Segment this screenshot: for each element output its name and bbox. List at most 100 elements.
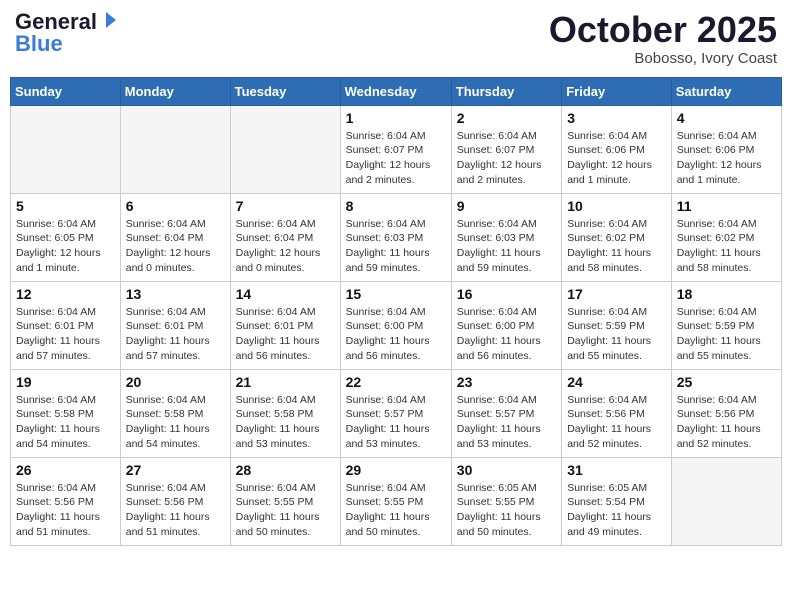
day-number: 14 bbox=[236, 286, 335, 302]
day-info: Sunrise: 6:04 AMSunset: 6:04 PMDaylight:… bbox=[126, 217, 225, 276]
day-number: 5 bbox=[16, 198, 115, 214]
day-number: 28 bbox=[236, 462, 335, 478]
calendar-cell: 11 Sunrise: 6:04 AMSunset: 6:02 PMDayligh… bbox=[671, 193, 781, 281]
calendar-cell: 29 Sunrise: 6:04 AMSunset: 5:55 PMDayligh… bbox=[340, 457, 451, 545]
day-number: 23 bbox=[457, 374, 556, 390]
day-info: Sunrise: 6:04 AMSunset: 5:58 PMDaylight:… bbox=[126, 393, 225, 452]
day-info: Sunrise: 6:04 AMSunset: 5:59 PMDaylight:… bbox=[567, 305, 666, 364]
calendar-table: SundayMondayTuesdayWednesdayThursdayFrid… bbox=[10, 77, 782, 546]
weekday-header-saturday: Saturday bbox=[671, 77, 781, 105]
day-info: Sunrise: 6:04 AMSunset: 6:06 PMDaylight:… bbox=[567, 129, 666, 188]
calendar-cell: 23Sunrise: 6:04 AMSunset: 5:57 PMDayligh… bbox=[451, 369, 561, 457]
calendar-cell: 28 Sunrise: 6:04 AMSunset: 5:55 PMDayligh… bbox=[230, 457, 340, 545]
day-info: Sunrise: 6:04 AMSunset: 6:01 PMDaylight:… bbox=[16, 305, 115, 364]
day-number: 19 bbox=[16, 374, 115, 390]
calendar-cell: 21 Sunrise: 6:04 AMSunset: 5:58 PMDayligh… bbox=[230, 369, 340, 457]
weekday-header-sunday: Sunday bbox=[11, 77, 121, 105]
calendar-cell bbox=[671, 457, 781, 545]
day-number: 11 bbox=[677, 198, 776, 214]
day-info: Sunrise: 6:04 AMSunset: 6:01 PMDaylight:… bbox=[126, 305, 225, 364]
month-title: October 2025 bbox=[549, 10, 777, 50]
day-info: Sunrise: 6:04 AMSunset: 6:01 PMDaylight:… bbox=[236, 305, 335, 364]
weekday-header-tuesday: Tuesday bbox=[230, 77, 340, 105]
day-info: Sunrise: 6:04 AMSunset: 5:56 PMDaylight:… bbox=[126, 481, 225, 540]
calendar-cell: 6 Sunrise: 6:04 AMSunset: 6:04 PMDaylight… bbox=[120, 193, 230, 281]
page-header: General Blue October 2025 Bobosso, Ivory… bbox=[10, 10, 782, 67]
day-info: Sunrise: 6:04 AMSunset: 5:56 PMDaylight:… bbox=[677, 393, 776, 452]
day-number: 27 bbox=[126, 462, 225, 478]
day-info: Sunrise: 6:05 AMSunset: 5:54 PMDaylight:… bbox=[567, 481, 666, 540]
week-row-5: 26Sunrise: 6:04 AMSunset: 5:56 PMDayligh… bbox=[11, 457, 782, 545]
day-number: 20 bbox=[126, 374, 225, 390]
calendar-cell: 5 Sunrise: 6:04 AMSunset: 6:05 PMDaylight… bbox=[11, 193, 121, 281]
day-info: Sunrise: 6:04 AMSunset: 6:04 PMDaylight:… bbox=[236, 217, 335, 276]
calendar-cell: 13 Sunrise: 6:04 AMSunset: 6:01 PMDayligh… bbox=[120, 281, 230, 369]
calendar-cell: 8Sunrise: 6:04 AMSunset: 6:03 PMDaylight… bbox=[340, 193, 451, 281]
day-info: Sunrise: 6:04 AMSunset: 5:56 PMDaylight:… bbox=[16, 481, 115, 540]
calendar-cell: 30 Sunrise: 6:05 AMSunset: 5:55 PMDayligh… bbox=[451, 457, 561, 545]
day-info: Sunrise: 6:04 AMSunset: 5:59 PMDaylight:… bbox=[677, 305, 776, 364]
calendar-cell: 17 Sunrise: 6:04 AMSunset: 5:59 PMDayligh… bbox=[562, 281, 672, 369]
calendar-cell: 7 Sunrise: 6:04 AMSunset: 6:04 PMDaylight… bbox=[230, 193, 340, 281]
week-row-2: 5 Sunrise: 6:04 AMSunset: 6:05 PMDaylight… bbox=[11, 193, 782, 281]
day-number: 25 bbox=[677, 374, 776, 390]
calendar-cell: 16 Sunrise: 6:04 AMSunset: 6:00 PMDayligh… bbox=[451, 281, 561, 369]
logo: General Blue bbox=[15, 10, 118, 56]
title-section: October 2025 Bobosso, Ivory Coast bbox=[549, 10, 777, 67]
calendar-cell bbox=[120, 105, 230, 193]
calendar-cell: 14 Sunrise: 6:04 AMSunset: 6:01 PMDayligh… bbox=[230, 281, 340, 369]
day-number: 1 bbox=[346, 110, 446, 126]
day-info: Sunrise: 6:04 AMSunset: 5:55 PMDaylight:… bbox=[236, 481, 335, 540]
calendar-cell: 15 Sunrise: 6:04 AMSunset: 6:00 PMDayligh… bbox=[340, 281, 451, 369]
day-number: 7 bbox=[236, 198, 335, 214]
calendar-cell: 1Sunrise: 6:04 AMSunset: 6:07 PMDaylight… bbox=[340, 105, 451, 193]
calendar-cell: 2Sunrise: 6:04 AMSunset: 6:07 PMDaylight… bbox=[451, 105, 561, 193]
calendar-cell: 9Sunrise: 6:04 AMSunset: 6:03 PMDaylight… bbox=[451, 193, 561, 281]
calendar-cell: 3 Sunrise: 6:04 AMSunset: 6:06 PMDaylight… bbox=[562, 105, 672, 193]
day-number: 30 bbox=[457, 462, 556, 478]
weekday-header-monday: Monday bbox=[120, 77, 230, 105]
day-info: Sunrise: 6:04 AMSunset: 6:00 PMDaylight:… bbox=[457, 305, 556, 364]
day-info: Sunrise: 6:04 AMSunset: 6:03 PMDaylight:… bbox=[457, 217, 556, 276]
day-info: Sunrise: 6:04 AMSunset: 6:06 PMDaylight:… bbox=[677, 129, 776, 188]
day-info: Sunrise: 6:04 AMSunset: 5:57 PMDaylight:… bbox=[346, 393, 446, 452]
day-number: 10 bbox=[567, 198, 666, 214]
day-number: 4 bbox=[677, 110, 776, 126]
day-info: Sunrise: 6:04 AMSunset: 6:03 PMDaylight:… bbox=[346, 217, 446, 276]
location-subtitle: Bobosso, Ivory Coast bbox=[549, 50, 777, 67]
calendar-cell: 26Sunrise: 6:04 AMSunset: 5:56 PMDayligh… bbox=[11, 457, 121, 545]
week-row-1: 1 Sunrise: 6:04 AMSunset: 6:07 PMDaylight… bbox=[11, 105, 782, 193]
logo-icon bbox=[98, 10, 118, 30]
day-number: 17 bbox=[567, 286, 666, 302]
day-info: Sunrise: 6:04 AMSunset: 6:02 PMDaylight:… bbox=[677, 217, 776, 276]
weekday-header-wednesday: Wednesday bbox=[340, 77, 451, 105]
day-info: Sunrise: 6:04 AMSunset: 5:55 PMDaylight:… bbox=[346, 481, 446, 540]
day-number: 29 bbox=[346, 462, 446, 478]
calendar-cell: 4 Sunrise: 6:04 AMSunset: 6:06 PMDaylight… bbox=[671, 105, 781, 193]
calendar-cell: 10 Sunrise: 6:04 AMSunset: 6:02 PMDayligh… bbox=[562, 193, 672, 281]
day-number: 13 bbox=[126, 286, 225, 302]
calendar-cell: 12Sunrise: 6:04 AMSunset: 6:01 PMDayligh… bbox=[11, 281, 121, 369]
day-number: 3 bbox=[567, 110, 666, 126]
day-info: Sunrise: 6:04 AMSunset: 5:56 PMDaylight:… bbox=[567, 393, 666, 452]
day-number: 15 bbox=[346, 286, 446, 302]
day-number: 24 bbox=[567, 374, 666, 390]
day-number: 16 bbox=[457, 286, 556, 302]
day-number: 21 bbox=[236, 374, 335, 390]
calendar-cell bbox=[230, 105, 340, 193]
day-number: 6 bbox=[126, 198, 225, 214]
calendar-cell: 18 Sunrise: 6:04 AMSunset: 5:59 PMDayligh… bbox=[671, 281, 781, 369]
weekday-header-row: SundayMondayTuesdayWednesdayThursdayFrid… bbox=[11, 77, 782, 105]
calendar-cell: 24 Sunrise: 6:04 AMSunset: 5:56 PMDayligh… bbox=[562, 369, 672, 457]
day-info: Sunrise: 6:04 AMSunset: 6:02 PMDaylight:… bbox=[567, 217, 666, 276]
day-info: Sunrise: 6:04 AMSunset: 5:58 PMDaylight:… bbox=[236, 393, 335, 452]
day-number: 18 bbox=[677, 286, 776, 302]
day-info: Sunrise: 6:05 AMSunset: 5:55 PMDaylight:… bbox=[457, 481, 556, 540]
day-number: 22 bbox=[346, 374, 446, 390]
week-row-4: 19 Sunrise: 6:04 AMSunset: 5:58 PMDayligh… bbox=[11, 369, 782, 457]
logo-blue: Blue bbox=[15, 32, 63, 56]
day-info: Sunrise: 6:04 AMSunset: 6:00 PMDaylight:… bbox=[346, 305, 446, 364]
day-info: Sunrise: 6:04 AMSunset: 5:58 PMDaylight:… bbox=[16, 393, 115, 452]
day-info: Sunrise: 6:04 AMSunset: 6:05 PMDaylight:… bbox=[16, 217, 115, 276]
day-info: Sunrise: 6:04 AMSunset: 6:07 PMDaylight:… bbox=[457, 129, 556, 188]
